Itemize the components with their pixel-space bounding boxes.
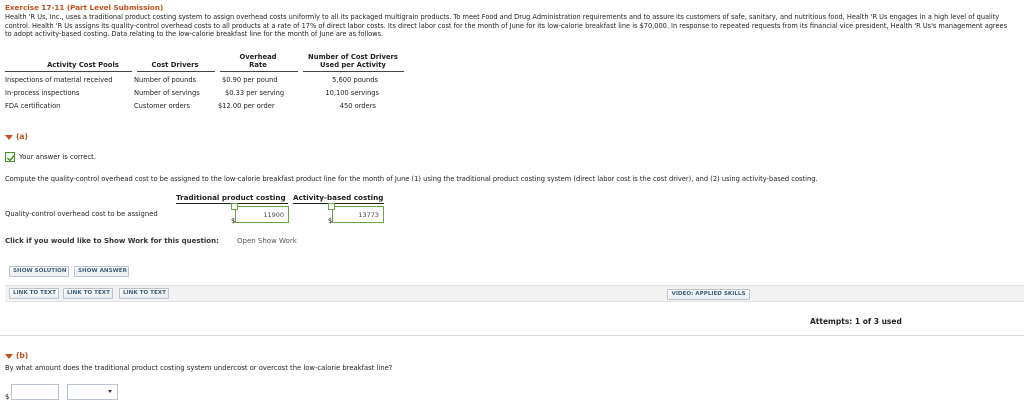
section-divider xyxy=(0,335,1024,336)
header-activity-cost-pools: Activity Cost Pools xyxy=(47,61,119,69)
header-overhead-rate-line1: Overhead xyxy=(239,53,277,61)
collapse-triangle-icon xyxy=(5,134,13,140)
show-work-prompt: Click if you would like to Show Work for… xyxy=(5,237,219,245)
row-driver: Number of servings xyxy=(134,89,200,97)
open-show-work-link[interactable]: Open Show Work xyxy=(237,237,297,245)
row-used: 450 orders xyxy=(339,102,376,110)
header-underline xyxy=(220,71,298,72)
column-underline xyxy=(293,203,384,204)
header-underline xyxy=(137,71,215,72)
row-pool: Inspections of material received xyxy=(5,76,113,84)
row-driver: Number of pounds xyxy=(134,76,197,84)
attempts-counter: Attempts: 1 of 3 used xyxy=(810,317,902,326)
row-rate: $0.90 per pound xyxy=(222,76,278,84)
video-applied-skills-button[interactable]: VIDEO: APPLIED SKILLS xyxy=(667,289,750,300)
header-cost-drivers: Cost Drivers xyxy=(151,61,199,69)
header-cost-drivers-used-line1: Number of Cost Drivers xyxy=(308,53,398,61)
under-over-select[interactable] xyxy=(67,384,118,400)
traditional-costing-input[interactable]: 11900 xyxy=(235,206,289,223)
currency-symbol: $ xyxy=(5,393,10,401)
collapse-triangle-icon xyxy=(5,353,13,359)
column-traditional-costing: Traditional product costing xyxy=(176,193,286,202)
part-a-label: (a) xyxy=(16,132,28,141)
exercise-intro: Health 'R Us, Inc., uses a traditional p… xyxy=(5,13,1008,39)
undercost-amount-input[interactable] xyxy=(11,384,59,400)
header-cost-drivers-used-line2: Used per Activity xyxy=(320,61,386,69)
header-underline xyxy=(303,71,404,72)
row-used: 10,100 servings xyxy=(325,89,379,97)
correct-check-icon xyxy=(5,152,16,162)
abc-costing-input[interactable]: 13773 xyxy=(332,206,384,223)
correct-mark-icon xyxy=(231,203,238,210)
part-b-toggle[interactable]: (b) xyxy=(5,351,28,360)
chevron-down-icon xyxy=(108,390,112,393)
cost-driver-table: Activity Cost Pools Cost Drivers Overhea… xyxy=(5,52,405,114)
part-a-question: Compute the quality-control overhead cos… xyxy=(5,175,818,183)
row-rate: $0.33 per serving xyxy=(225,89,285,97)
part-b-label: (b) xyxy=(16,351,29,360)
answer-status: Your answer is correct. xyxy=(19,153,96,161)
row-pool: FDA certification xyxy=(5,102,61,110)
header-overhead-rate-line2: Rate xyxy=(249,61,267,69)
part-b-question: By what amount does the traditional prod… xyxy=(5,364,393,372)
link-to-text-button[interactable]: LINK TO TEXT xyxy=(9,288,59,299)
part-a-toggle[interactable]: (a) xyxy=(5,132,28,141)
correct-mark-icon xyxy=(328,203,335,210)
show-answer-button[interactable]: SHOW ANSWER xyxy=(74,266,129,277)
link-to-text-button[interactable]: LINK TO TEXT xyxy=(63,288,113,299)
link-to-text-button[interactable]: LINK TO TEXT xyxy=(119,288,169,299)
exercise-title: Exercise 17-11 (Part Level Submission) xyxy=(5,3,164,12)
row-pool: In-process inspections xyxy=(5,89,80,97)
row-used: 5,600 pounds xyxy=(332,76,378,84)
row-driver: Customer orders xyxy=(134,102,190,110)
row-rate: $12.00 per order xyxy=(218,102,275,110)
row-label-quality-control: Quality-control overhead cost to be assi… xyxy=(5,210,158,218)
show-solution-button[interactable]: SHOW SOLUTION xyxy=(9,266,69,277)
header-underline xyxy=(5,71,132,72)
column-activity-based-costing: Activity-based costing xyxy=(293,193,384,202)
